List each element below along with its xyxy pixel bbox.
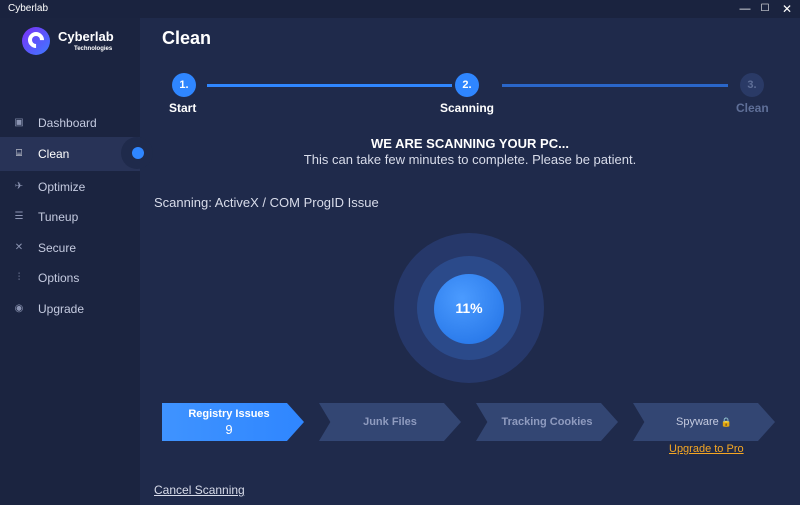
window-title: Cyberlab [8,3,49,14]
category-label-wrap: Spyware 🔒 [633,416,775,428]
sidebar-item-clean[interactable]: ⌸ Clean [0,137,140,171]
category-junk-files: Junk Files [319,403,461,441]
category-label: Registry Issues [188,408,270,420]
brand-subtitle: Technologies [74,46,113,52]
category-label: Spyware [675,416,719,428]
sidebar-item-options[interactable]: ⫶ Options [0,262,140,294]
scan-subline: This can take few minutes to complete. P… [303,152,637,167]
category-tracking-cookies: Tracking Cookies [476,403,618,441]
upgrade-icon: ◉ [14,303,24,314]
step-1-label: Start [169,101,197,115]
category-spyware: Spyware 🔒 [633,403,775,441]
sliders-icon: ⫶ [17,272,21,283]
step-3-badge: 3. [740,73,764,97]
sidebar-item-label: Tuneup [38,210,79,224]
sidebar-item-label: Dashboard [38,116,97,130]
tuneup-icon: ☰ [14,211,24,222]
sidebar-item-label: Options [38,271,80,285]
sidebar-item-label: Optimize [38,180,86,194]
step-2-label: Scanning [440,101,495,115]
sidebar-item-optimize[interactable]: ✈ Optimize [0,171,140,203]
page-title: Clean [162,28,212,48]
brand-name: Cyberlab [58,29,114,44]
sidebar: Cyberlab Technologies ▣ Dashboard ⌸ Clea… [0,18,140,505]
scan-headline: WE ARE SCANNING YOUR PC... [371,136,569,151]
step-1-badge: 1. [172,73,196,97]
sidebar-item-secure[interactable]: ✕ Secure [0,232,140,264]
category-count: 9 [225,422,233,437]
step-2-badge: 2. [455,73,479,97]
progress-percent: 11% [455,300,483,316]
sidebar-item-dashboard[interactable]: ▣ Dashboard [0,107,140,139]
step-3-label: Clean [736,101,769,115]
category-label: Tracking Cookies [501,416,593,428]
step-connector [502,84,728,87]
clean-icon: ⌸ [16,148,22,159]
scan-status: Scanning: ActiveX / COM ProgID Issue [154,195,379,210]
category-label: Junk Files [363,416,417,428]
dashboard-icon: ▣ [14,117,24,128]
title-bar: Cyberlab — ☐ ✕ [0,0,800,18]
sidebar-item-label: Upgrade [38,302,85,316]
step-connector [207,84,452,87]
sidebar-item-upgrade[interactable]: ◉ Upgrade [0,293,140,325]
rocket-icon: ✈ [14,181,24,192]
minimize-button[interactable]: — [735,0,755,18]
maximize-button[interactable]: ☐ [755,0,775,18]
tools-icon: ✕ [14,242,24,253]
close-button[interactable]: ✕ [777,0,797,18]
sidebar-item-tuneup[interactable]: ☰ Tuneup [0,201,140,233]
upgrade-to-pro-link[interactable]: Upgrade to Pro [669,443,744,455]
logo-icon [22,27,50,55]
sidebar-item-label: Secure [38,241,77,255]
lock-icon: 🔒 [720,417,732,427]
cancel-scanning-link[interactable]: Cancel Scanning [154,483,245,497]
category-registry-issues: Registry Issues 9 [162,403,304,441]
sidebar-item-label: Clean [38,147,70,161]
